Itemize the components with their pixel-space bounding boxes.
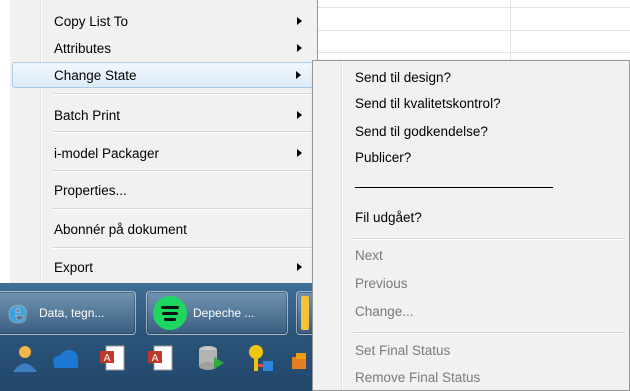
cloud-icon[interactable] [50,343,80,373]
menu-separator [353,238,625,240]
menu-item-label: Attributes [54,40,112,56]
menu-item-batch-print[interactable]: Batch Print [12,102,316,128]
database-icon[interactable] [196,343,226,373]
menu-item-label: Properties... [54,182,127,198]
chevron-right-icon [297,149,302,157]
submenu-item-label: Remove Final Status [355,369,481,385]
menu-item-label: Copy List To [54,13,129,29]
chevron-right-icon [297,263,302,271]
submenu-item-set-final-status[interactable]: Set Final Status [315,338,627,362]
document-icon[interactable]: A [98,343,128,373]
submenu-item-send-til-kvalitetskontrol[interactable]: Send til kvalitetskontrol? [315,91,627,115]
svg-text:A: A [152,353,159,364]
quick-launch-row: A A [0,343,320,383]
grid-line [318,52,630,53]
taskbar-button-spotify[interactable]: Depeche ... [146,291,288,335]
chevron-right-icon [297,17,302,25]
grid-line [318,7,630,8]
submenu-item-label: Send til godkendelse? [355,123,488,139]
change-state-submenu: Send til design? Send til kvalitetskontr… [312,60,630,391]
folder-icon [301,296,309,330]
key-icon[interactable] [246,343,276,373]
submenu-item-label: Send til design? [355,69,452,85]
menu-item-export[interactable]: Export [12,254,316,280]
chevron-right-icon [297,111,302,119]
menu-separator [52,170,314,172]
submenu-item-label: Send til kvalitetskontrol? [355,95,501,111]
submenu-divider-line [355,187,553,188]
person-icon[interactable] [10,343,40,373]
menu-separator [52,247,314,249]
menu-item-label: Change State [54,67,137,83]
document-icon[interactable]: A [146,343,176,373]
taskbar-button-label: Data, tegn... [39,306,105,320]
menu-item-label: Export [54,259,94,275]
submenu-item-label: Next [355,247,383,263]
menu-item-properties[interactable]: Properties... [12,177,316,203]
taskbar-button-ie[interactable]: e Data, tegn... [0,291,136,335]
submenu-item-fil-udgaet[interactable]: Fil udgået? [315,205,627,229]
menu-item-label: i-model Packager [54,145,160,161]
menu-item-copy-list-to[interactable]: Copy List To [12,10,316,32]
submenu-item-send-til-godkendelse[interactable]: Send til godkendelse? [315,119,627,143]
grid-line [318,30,630,31]
menu-separator [52,93,314,95]
menu-item-label: Batch Print [54,107,121,123]
chevron-right-icon [297,44,302,52]
submenu-item-next[interactable]: Next [315,243,627,267]
menu-item-i-model-packager[interactable]: i-model Packager [12,140,316,166]
submenu-item-previous[interactable]: Previous [315,271,627,295]
menu-item-label: Abonnér på dokument [54,221,187,237]
taskbar-button-label: Depeche ... [193,306,255,320]
menu-separator [353,332,625,334]
submenu-item-label: Previous [355,275,408,291]
chevron-right-icon [296,71,301,79]
submenu-item-change[interactable]: Change... [315,299,627,323]
submenu-item-send-til-design[interactable]: Send til design? [315,65,627,89]
menu-separator [52,131,314,133]
menu-item-change-state[interactable]: Change State [12,62,316,88]
menu-item-abonner[interactable]: Abonnér på dokument [12,216,316,242]
submenu-item-label: Change... [355,303,414,319]
submenu-item-label: Set Final Status [355,342,451,358]
submenu-item-remove-final-status[interactable]: Remove Final Status [315,365,627,389]
svg-text:A: A [104,353,111,364]
menu-separator [52,208,314,210]
submenu-item-label: Publicer? [355,149,412,165]
submenu-item-label: Fil udgået? [355,209,422,225]
context-menu: Copy List To Attributes Change State Bat… [10,0,318,283]
submenu-item-publicer[interactable]: Publicer? [315,145,627,169]
internet-explorer-icon: e [8,295,28,330]
spotify-icon [153,296,187,330]
menu-item-attributes[interactable]: Attributes [12,36,316,60]
